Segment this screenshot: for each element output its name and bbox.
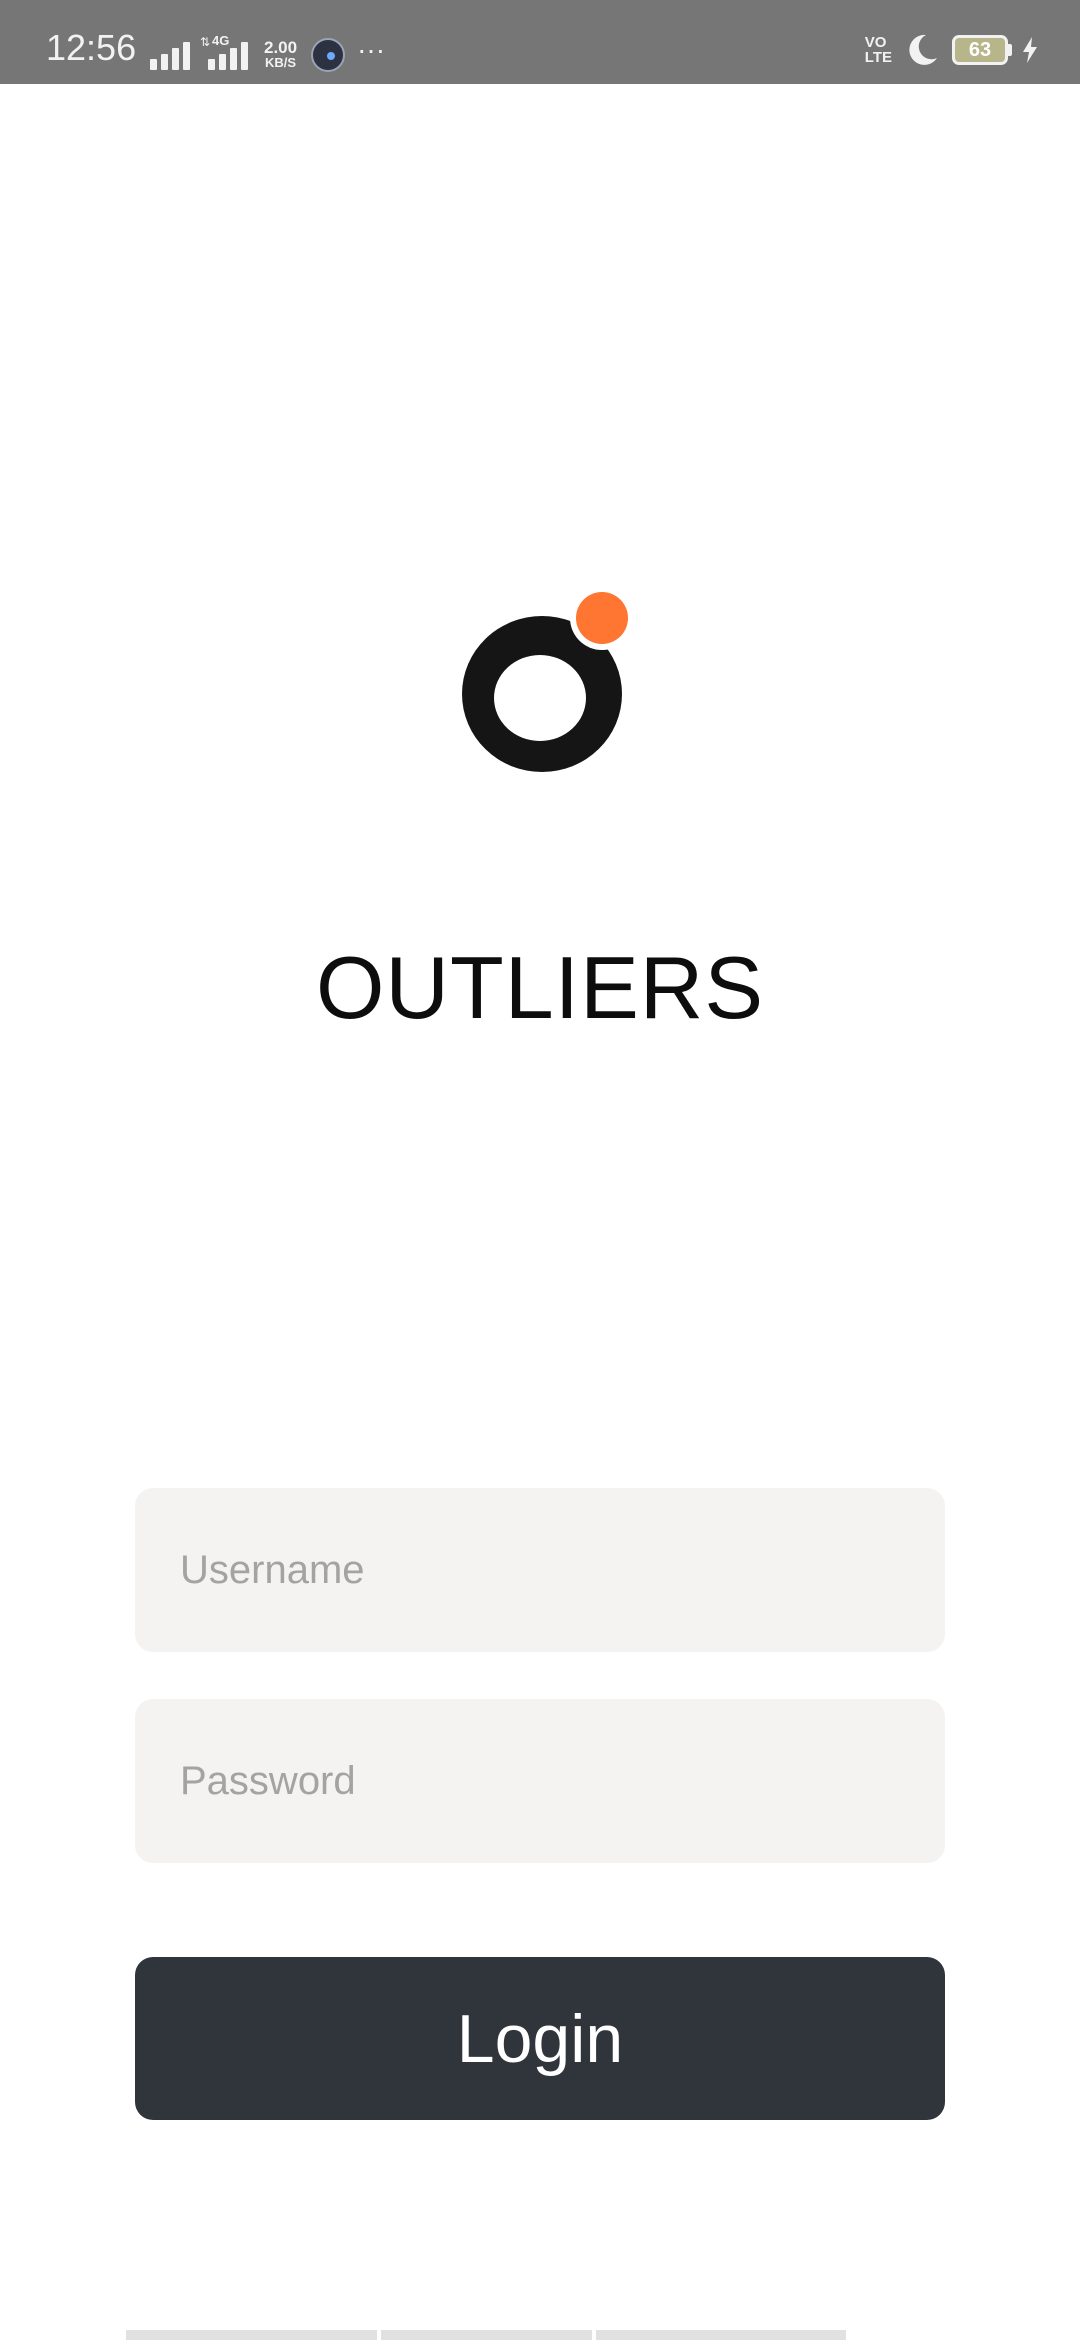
app-title: OUTLIERS <box>315 938 765 1037</box>
password-input[interactable] <box>135 1699 945 1863</box>
network-speed-unit: KB/S <box>265 55 297 70</box>
do-not-disturb-moon-icon <box>909 34 937 65</box>
volte-top-label: VO <box>864 34 887 51</box>
network-speed-value: 2.00 <box>264 38 298 57</box>
bottom-nav-hint <box>126 2330 850 2340</box>
status-left-icons: ⇅ 4G 2.00 KB/S ··· <box>150 34 386 72</box>
outliers-logo-icon <box>462 586 634 772</box>
volte-bottom-label: LTE <box>864 49 892 66</box>
battery-icon: 63 <box>952 35 1012 65</box>
login-button[interactable]: Login <box>135 1957 945 2120</box>
charging-bolt-icon <box>1023 37 1037 63</box>
volte-icon: VO LTE <box>865 35 892 65</box>
signal-4g-icon: ⇅ 4G <box>200 34 252 70</box>
status-bar: 12:56 ⇅ 4G 2.00 KB/S ··· VO LTE 63 <box>0 0 1080 84</box>
login-screen: 12:56 ⇅ 4G 2.00 KB/S ··· VO LTE 63 OUTLI… <box>0 0 1080 2340</box>
app-notification-icon <box>311 38 346 72</box>
data-arrows-icon: ⇅ <box>200 35 211 49</box>
status-time: 12:56 <box>46 27 137 68</box>
network-speed: 2.00 KB/S <box>264 39 297 70</box>
username-input[interactable] <box>135 1488 945 1652</box>
signal-icon <box>150 40 194 70</box>
network-type-label: 4G <box>212 33 230 48</box>
more-icon: ··· <box>357 34 386 65</box>
battery-cap <box>1008 44 1012 56</box>
status-right-icons: VO LTE 63 <box>865 30 1040 70</box>
battery-level: 63 <box>952 35 1008 65</box>
